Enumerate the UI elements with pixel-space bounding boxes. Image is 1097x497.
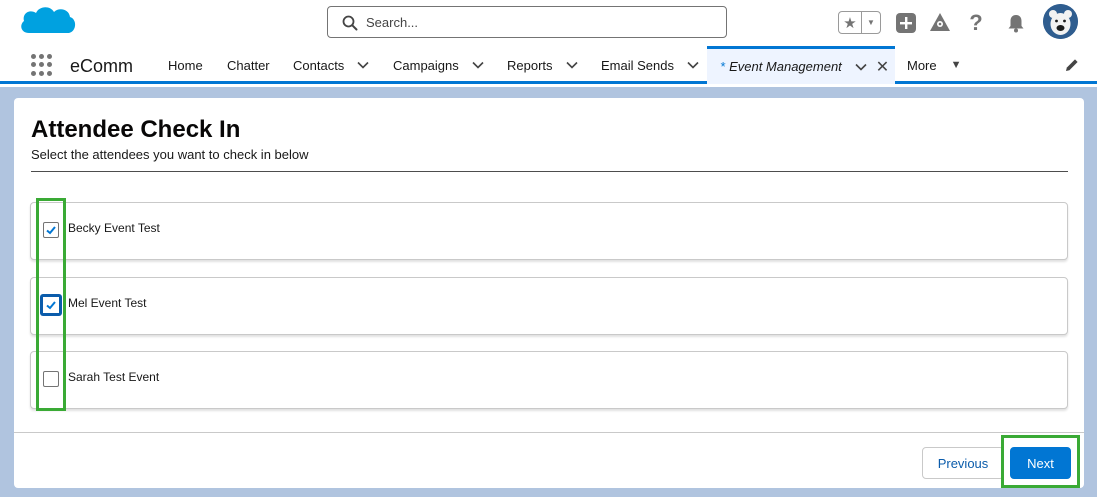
nav-item-campaigns[interactable]: Campaigns	[393, 46, 485, 84]
checkbox-highlight-box	[36, 198, 66, 411]
nav-item-chatter[interactable]: Chatter	[227, 46, 270, 84]
nav-item-label: Home	[168, 57, 203, 73]
favorites-caret-icon[interactable]: ▼	[862, 12, 880, 33]
page-title: Attendee Check In	[31, 116, 241, 143]
search-icon	[342, 15, 358, 31]
chevron-down-icon[interactable]	[356, 58, 370, 72]
pencil-icon[interactable]	[1064, 57, 1080, 73]
attendee-name: Mel Event Test	[68, 296, 147, 310]
app-name: eComm	[70, 56, 134, 76]
setup-tree-icon[interactable]	[928, 11, 952, 35]
nav-item-email-sends[interactable]: Email Sends	[601, 46, 700, 84]
favorites-group[interactable]: ★ ▼	[838, 11, 881, 34]
salesforce-cloud-logo[interactable]	[17, 3, 77, 43]
search-placeholder: Search...	[366, 15, 419, 30]
nav-item-label: More	[907, 57, 937, 73]
search-input[interactable]: Search...	[327, 6, 727, 38]
next-button-highlight-box	[1001, 435, 1080, 488]
previous-button[interactable]: Previous	[922, 447, 1004, 479]
divider	[31, 171, 1068, 172]
chevron-down-icon[interactable]	[471, 58, 485, 72]
global-header: Search... ★ ▼ ?	[0, 0, 1097, 46]
caret-down-icon: ▼	[950, 59, 962, 71]
nav-item-label: Campaigns	[393, 57, 459, 73]
nav-item-label: Event Management	[729, 59, 842, 74]
chevron-down-icon[interactable]	[854, 60, 868, 74]
nav-item-label: Email Sends	[601, 57, 674, 73]
avatar[interactable]	[1043, 4, 1078, 39]
nav-item-label: Reports	[507, 57, 553, 73]
attendee-row-sarah: Sarah Test Event	[30, 351, 1068, 409]
nav-bar: eComm Home Chatter Contacts Campaigns Re…	[0, 46, 1097, 84]
help-icon[interactable]: ?	[964, 10, 988, 35]
star-icon[interactable]: ★	[839, 12, 862, 33]
plus-icon[interactable]	[894, 11, 918, 35]
attendee-row-becky: Becky Event Test	[30, 202, 1068, 260]
attendee-name: Becky Event Test	[68, 221, 160, 235]
nav-item-home[interactable]: Home	[168, 46, 203, 84]
chevron-down-icon[interactable]	[686, 58, 700, 72]
chevron-down-icon[interactable]	[565, 58, 579, 72]
attendee-row-mel: Mel Event Test	[30, 277, 1068, 335]
nav-item-label: Chatter	[227, 57, 270, 73]
attendee-name: Sarah Test Event	[68, 370, 160, 384]
unsaved-indicator: *	[720, 59, 726, 74]
footer-divider	[14, 432, 1084, 433]
nav-item-more[interactable]: More ▼	[907, 46, 962, 84]
nav-item-contacts[interactable]: Contacts	[293, 46, 370, 84]
attendee-check-in-card: Attendee Check In Select the attendees y…	[14, 98, 1084, 488]
nav-item-reports[interactable]: Reports	[507, 46, 579, 84]
nav-item-label: Contacts	[293, 57, 345, 73]
app-launcher-icon[interactable]	[31, 54, 53, 76]
tab-event-management[interactable]: * Event Management ✕	[707, 46, 895, 84]
close-icon[interactable]: ✕	[876, 57, 889, 77]
bell-icon[interactable]	[1004, 11, 1028, 35]
page-subtitle: Select the attendees you want to check i…	[31, 147, 309, 162]
